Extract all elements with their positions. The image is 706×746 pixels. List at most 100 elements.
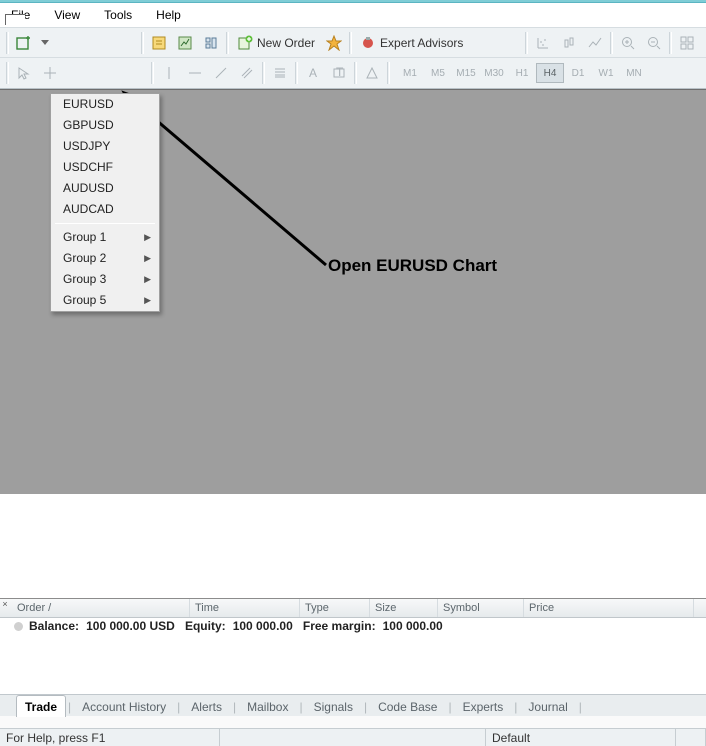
navigator-button[interactable] — [199, 31, 223, 55]
symbol-group-item[interactable]: Group 1▶ — [51, 227, 159, 248]
annotation-label: Open EURUSD Chart — [328, 256, 497, 276]
terminal-tab-alerts[interactable]: Alerts — [182, 695, 231, 717]
toolbar-sep — [354, 62, 357, 84]
terminal-tab-trade[interactable]: Trade — [16, 695, 66, 717]
submenu-arrow-icon: ▶ — [144, 290, 151, 311]
timeframe-m30-button[interactable]: M30 — [480, 63, 508, 83]
symbol-menu-item[interactable]: AUDCAD — [51, 199, 159, 220]
chart-list-dropdown[interactable] — [38, 31, 52, 55]
toolbar-sep — [669, 32, 672, 54]
toolbar-grip — [6, 62, 9, 84]
terminal-tab-account-history[interactable]: Account History — [73, 695, 175, 717]
menu-view[interactable]: View — [51, 3, 83, 27]
symbol-menu-item[interactable]: GBPUSD — [51, 115, 159, 136]
terminal-tab-signals[interactable]: Signals — [305, 695, 362, 717]
terminal-close-button[interactable]: × — [0, 599, 10, 609]
autotrading-button[interactable] — [322, 31, 346, 55]
vline-tool[interactable] — [157, 61, 181, 85]
cursor-tool[interactable] — [12, 61, 36, 85]
column-header[interactable]: Price — [524, 599, 694, 617]
terminal-tab-experts[interactable]: Experts — [454, 695, 513, 717]
toolbar-sep — [610, 32, 613, 54]
candle-chart-button[interactable] — [557, 31, 581, 55]
balance-label: Balance: — [29, 618, 79, 635]
market-watch-button[interactable] — [173, 31, 197, 55]
equity-label: Equity: — [185, 618, 226, 635]
toolbar-sep — [141, 32, 144, 54]
column-header[interactable]: Order / — [12, 599, 190, 617]
new-order-button[interactable]: New Order — [232, 31, 320, 55]
fibo-tool[interactable] — [268, 61, 292, 85]
line-chart-button[interactable] — [583, 31, 607, 55]
expert-advisors-label: Expert Advisors — [380, 36, 463, 50]
crosshair-tool[interactable] — [38, 61, 62, 85]
status-end — [676, 729, 706, 746]
toolbar-sep — [226, 32, 229, 54]
menubar: File View Tools Help — [0, 3, 706, 27]
timeframe-d1-button[interactable]: D1 — [564, 63, 592, 83]
timeframe-h4-button[interactable]: H4 — [536, 63, 564, 83]
toolbar-sep — [151, 62, 154, 84]
timeframe-m15-button[interactable]: M15 — [452, 63, 480, 83]
tab-divider: | — [231, 700, 238, 716]
equity-value: 100 000.00 — [233, 618, 293, 635]
timeframe-m5-button[interactable]: M5 — [424, 63, 452, 83]
zoom-out-button[interactable] — [642, 31, 666, 55]
terminal-column-header[interactable]: Order /TimeTypeSizeSymbolPrice — [0, 599, 706, 618]
status-help: For Help, press F1 — [0, 729, 220, 746]
terminal-body: Balance: 100 000.00 USD Equity: 100 000.… — [0, 618, 706, 694]
toolbar-grip — [6, 32, 9, 54]
column-header[interactable]: Type — [300, 599, 370, 617]
expert-advisors-button[interactable]: Expert Advisors — [355, 31, 468, 55]
window-corner — [5, 14, 25, 25]
new-order-label: New Order — [257, 36, 315, 50]
tab-divider: | — [362, 700, 369, 716]
tab-divider: | — [446, 700, 453, 716]
bar-chart-button[interactable] — [531, 31, 555, 55]
timeframe-h1-button[interactable]: H1 — [508, 63, 536, 83]
symbol-group-item[interactable]: Group 2▶ — [51, 248, 159, 269]
terminal-tab-mailbox[interactable]: Mailbox — [238, 695, 297, 717]
symbol-group-item[interactable]: Group 3▶ — [51, 269, 159, 290]
text-tool[interactable]: A — [301, 61, 325, 85]
balance-status-icon — [14, 622, 23, 631]
equidistant-tool[interactable] — [235, 61, 259, 85]
profiles-button[interactable] — [147, 31, 171, 55]
trendline-tool[interactable] — [209, 61, 233, 85]
symbol-menu-item[interactable]: EURUSD — [51, 94, 159, 115]
symbol-dropdown-menu: EURUSDGBPUSDUSDJPYUSDCHFAUDUSDAUDCAD Grou… — [50, 93, 160, 312]
zoom-in-button[interactable] — [616, 31, 640, 55]
symbol-menu-item[interactable]: USDCHF — [51, 157, 159, 178]
chart-workspace: EURUSDGBPUSDUSDJPYUSDCHFAUDUSDAUDCAD Grou… — [0, 89, 706, 494]
terminal-tab-code-base[interactable]: Code Base — [369, 695, 446, 717]
timeframe-m1-button[interactable]: M1 — [396, 63, 424, 83]
menu-help[interactable]: Help — [153, 3, 184, 27]
tab-divider: | — [512, 700, 519, 716]
status-profile[interactable]: Default — [486, 729, 676, 746]
menu-tools[interactable]: Tools — [101, 3, 135, 27]
hline-tool[interactable] — [183, 61, 207, 85]
text-label-tool[interactable]: T — [327, 61, 351, 85]
column-header[interactable]: Size — [370, 599, 438, 617]
terminal-tabs: Trade|Account History|Alerts|Mailbox|Sig… — [0, 694, 706, 716]
tile-windows-button[interactable] — [675, 31, 699, 55]
freemargin-label: Free margin: — [303, 618, 376, 635]
freemargin-value: 100 000.00 — [383, 618, 443, 635]
tab-divider: | — [297, 700, 304, 716]
timeframe-w1-button[interactable]: W1 — [592, 63, 620, 83]
tab-divider: | — [175, 700, 182, 716]
symbol-menu-item[interactable]: AUDUSD — [51, 178, 159, 199]
column-header[interactable]: Symbol — [438, 599, 524, 617]
column-header[interactable]: Time — [190, 599, 300, 617]
symbol-menu-item[interactable]: USDJPY — [51, 136, 159, 157]
terminal-tab-journal[interactable]: Journal — [519, 695, 576, 717]
balance-row[interactable]: Balance: 100 000.00 USD Equity: 100 000.… — [0, 618, 706, 635]
shapes-tool[interactable] — [360, 61, 384, 85]
new-chart-button[interactable] — [12, 31, 36, 55]
toolbar-sep — [295, 62, 298, 84]
timeframe-mn-button[interactable]: MN — [620, 63, 648, 83]
symbol-group-item[interactable]: Group 5▶ — [51, 290, 159, 311]
menu-divider — [55, 223, 155, 224]
statusbar: For Help, press F1 Default — [0, 728, 706, 746]
toolbar-area: New Order Expert Advisors — [0, 27, 706, 89]
